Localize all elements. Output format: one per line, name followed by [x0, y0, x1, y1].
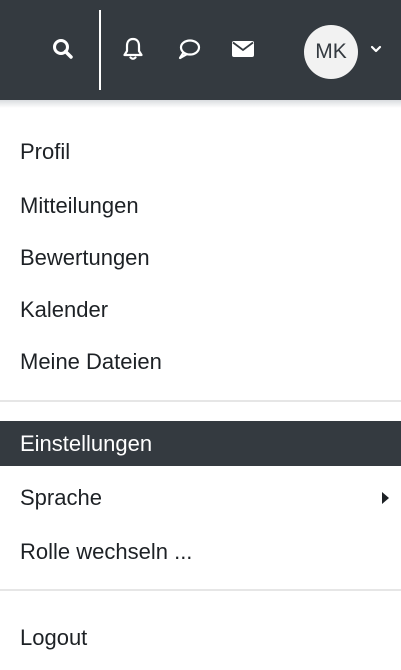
menu-divider	[0, 589, 401, 591]
menu-item-bewertungen[interactable]: Bewertungen	[0, 235, 401, 280]
menu-item-logout[interactable]: Logout	[0, 615, 401, 660]
menu-item-label: Bewertungen	[20, 244, 150, 270]
navbar-divider	[99, 10, 101, 90]
chevron-down-icon[interactable]	[368, 41, 384, 57]
menu-item-label: Rolle wechseln ...	[20, 538, 193, 564]
navbar-shadow	[0, 100, 401, 108]
search-icon[interactable]	[48, 34, 78, 64]
caret-right-icon	[382, 491, 389, 504]
menu-divider	[0, 400, 401, 402]
menu-item-label: Meine Dateien	[20, 348, 162, 374]
menu-item-label: Sprache	[20, 484, 102, 510]
menu-item-label: Einstellungen	[20, 430, 153, 456]
top-navbar: MK	[0, 0, 401, 100]
envelope-icon[interactable]	[228, 34, 258, 64]
menu-item-label: Logout	[20, 624, 88, 650]
menu-item-einstellungen[interactable]: Einstellungen	[0, 421, 401, 466]
chat-icon[interactable]	[174, 34, 204, 64]
menu-item-label: Kalender	[20, 296, 109, 322]
user-avatar[interactable]: MK	[304, 25, 358, 79]
menu-item-profil[interactable]: Profil	[0, 129, 401, 174]
menu-item-kalender[interactable]: Kalender	[0, 287, 401, 332]
menu-item-meine-dateien[interactable]: Meine Dateien	[0, 339, 401, 384]
menu-item-rolle-wechseln[interactable]: Rolle wechseln ...	[0, 529, 401, 574]
menu-item-label: Mitteilungen	[20, 192, 139, 218]
bell-icon[interactable]	[118, 34, 148, 64]
menu-item-sprache[interactable]: Sprache	[0, 475, 401, 520]
menu-item-mitteilungen[interactable]: Mitteilungen	[0, 183, 401, 228]
menu-item-label: Profil	[20, 138, 71, 164]
